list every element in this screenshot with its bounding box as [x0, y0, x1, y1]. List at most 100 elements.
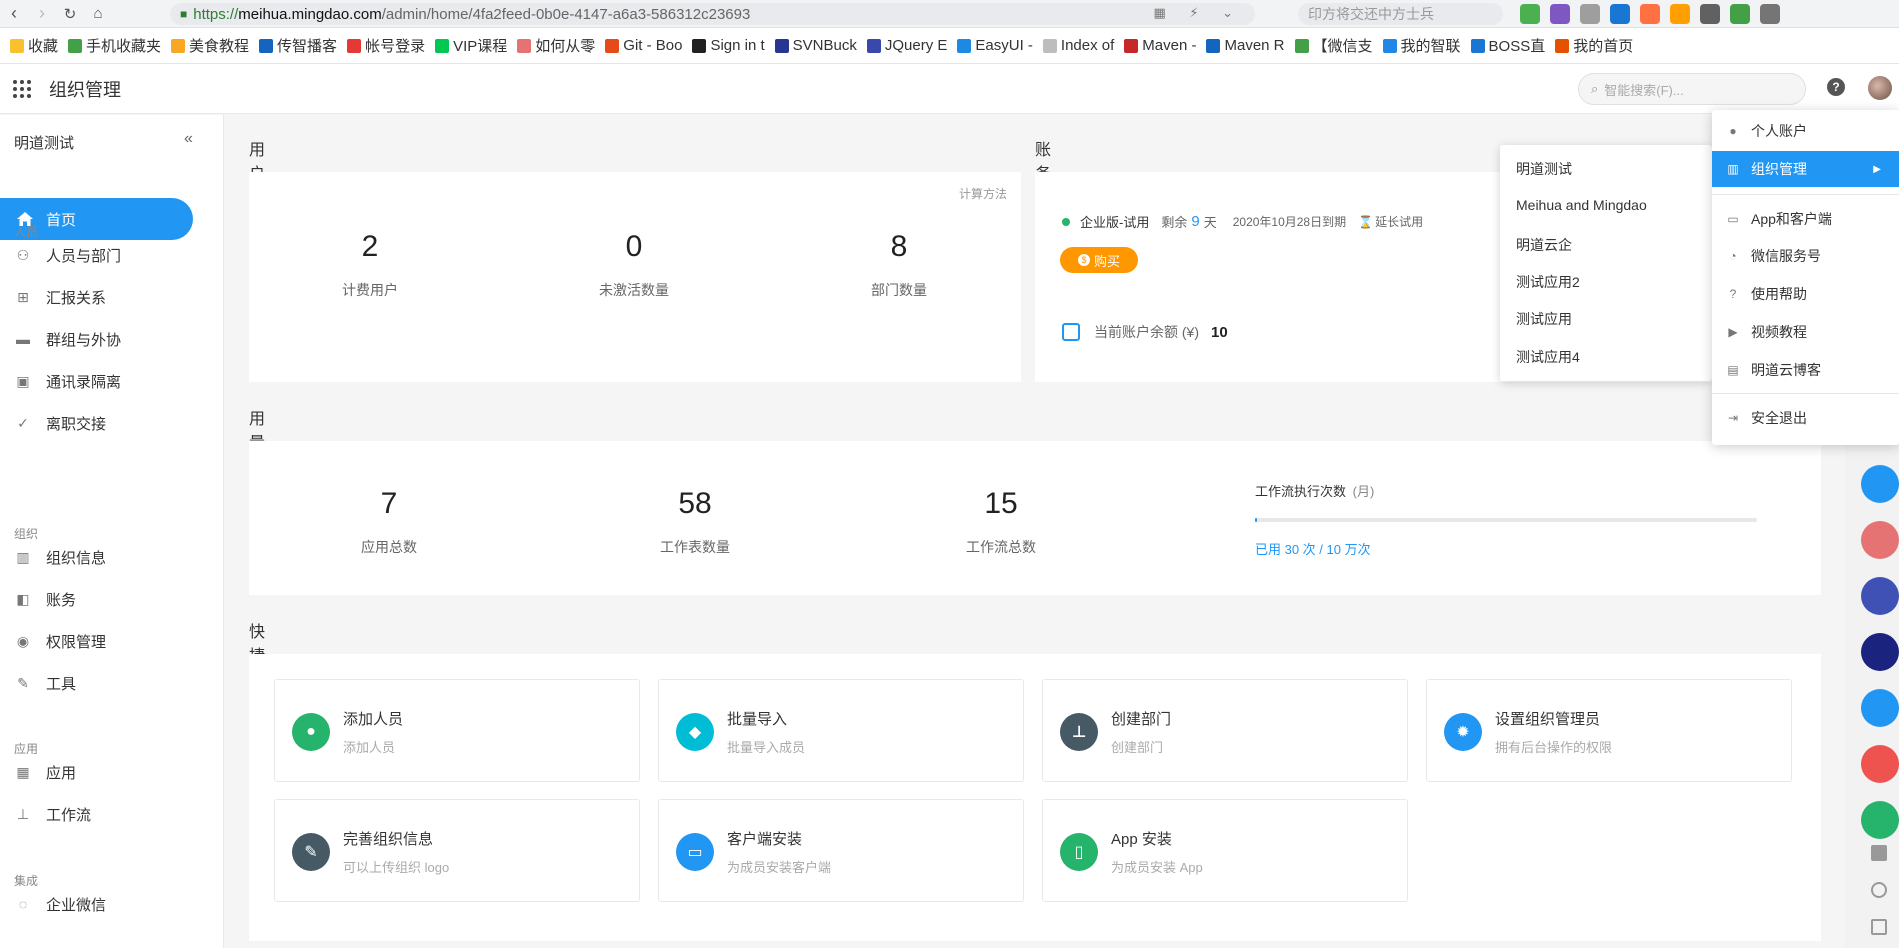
menu-item-video-tutorial[interactable]: ▶ 视频教程 — [1712, 314, 1899, 350]
sidebar-item-contacts-isolation[interactable]: ▣ 通讯录隔离 — [14, 369, 121, 393]
search-icon[interactable] — [1610, 4, 1630, 24]
bookmark-item[interactable]: EasyUI - — [957, 37, 1033, 54]
extension-icon[interactable] — [1640, 4, 1660, 24]
bookmark-item[interactable]: SVNBuck — [774, 37, 857, 54]
quick-create-department[interactable]: ⊥ 创建部门 创建部门 — [1042, 679, 1408, 782]
sidebar: 明道测试 « 首页 人员 ⚇ 人员与部门 ⊞ 汇报关系 ▬ 群组与外协 ▣ 通讯录隔离 … — [0, 115, 224, 948]
bookmark-item[interactable]: 我的首页 — [1555, 35, 1633, 56]
extension-icon[interactable] — [1520, 4, 1540, 24]
user-circle-icon: ● — [1729, 124, 1737, 138]
avatar[interactable] — [1861, 633, 1899, 671]
extension-icon[interactable] — [1550, 4, 1570, 24]
apps-icon: ▦ — [16, 764, 30, 780]
billed-users-count: 2 — [361, 230, 379, 263]
bookmark-item[interactable]: VIP课程 — [435, 35, 507, 56]
sidebar-item-billing[interactable]: ◧ 账务 — [14, 587, 76, 611]
quick-complete-org-info[interactable]: ✎ 完善组织信息 可以上传组织 logo — [274, 799, 640, 902]
menu-item-help[interactable]: ? 使用帮助 — [1712, 276, 1899, 312]
address-bar[interactable]: ■ https:// meihua.mingdao.com /admin/hom… — [170, 3, 1255, 25]
quick-add-user[interactable]: ● 添加人员 添加人员 — [274, 679, 640, 782]
menu-item-logout[interactable]: ⇥ 安全退出 — [1712, 400, 1899, 436]
department-label: 部门数量 — [871, 282, 927, 298]
sidebar-item-org-info[interactable]: ▥ 组织信息 — [14, 545, 106, 569]
browser-toolbar: ‹ › ↻ ⌂ ■ https:// meihua.mingdao.com /a… — [0, 0, 1899, 28]
calc-method-link[interactable]: 计算方法 — [959, 185, 1007, 202]
sidebar-item-tools[interactable]: ✎ 工具 — [14, 671, 76, 695]
app-grid-icon[interactable] — [13, 79, 31, 98]
address-bar-actions[interactable]: ▦ ⚡ ⌄ — [1153, 5, 1243, 21]
quick-batch-import[interactable]: ◆ 批量导入 批量导入成员 — [658, 679, 1024, 782]
building-icon: ▥ — [16, 549, 30, 565]
contacts-icon[interactable] — [1871, 845, 1887, 861]
sidebar-item-reporting[interactable]: ⊞ 汇报关系 — [14, 285, 106, 309]
quick-app-install[interactable]: ▯ App 安装 为成员安装 App — [1042, 799, 1408, 902]
submenu-item-org[interactable]: 测试应用 — [1516, 309, 1572, 329]
sidebar-section-label: 应用 — [14, 742, 39, 756]
add-icon[interactable] — [1871, 882, 1887, 898]
menu-item-app-client[interactable]: ▭ App和客户端 — [1712, 201, 1899, 237]
sidebar-item-groups[interactable]: ▬ 群组与外协 — [14, 327, 121, 351]
sidebar-item-permissions[interactable]: ◉ 权限管理 — [14, 629, 106, 653]
sidebar-item-resignation[interactable]: ✓ 离职交接 — [14, 411, 106, 435]
extension-icon[interactable] — [1670, 4, 1690, 24]
menu-item-wechat[interactable]: ◔ 微信服务号 — [1712, 238, 1899, 274]
sidebar-item-people[interactable]: ⚇ 人员与部门 — [14, 243, 121, 267]
app-count: 7 — [380, 487, 398, 520]
avatar[interactable] — [1868, 76, 1892, 100]
bookmark-item[interactable]: 美食教程 — [171, 35, 249, 56]
reload-icon[interactable]: ↻ — [56, 0, 84, 28]
bookmark-item[interactable]: 手机收藏夹 — [68, 35, 161, 56]
cart-icon: $ — [1077, 254, 1090, 266]
inbox-icon[interactable] — [1871, 919, 1887, 935]
battery-icon[interactable] — [1730, 4, 1750, 24]
submenu-item-org[interactable]: 明道云企 — [1516, 235, 1572, 255]
bookmark-item[interactable]: 如何从零 — [517, 35, 595, 56]
sidebar-item-apps[interactable]: ▦ 应用 — [14, 760, 76, 784]
collapse-sidebar-icon[interactable]: « — [184, 130, 193, 148]
help-icon[interactable]: ? — [1827, 78, 1845, 96]
extend-trial-link[interactable]: 延长试用 — [1375, 213, 1423, 230]
menu-item-blog[interactable]: ▤ 明道云博客 — [1712, 352, 1899, 388]
scissors-icon[interactable] — [1580, 4, 1600, 24]
bookmark-item[interactable]: Index of — [1042, 37, 1114, 54]
bookmark-item[interactable]: BOSS直 — [1470, 35, 1545, 56]
bookmark-item[interactable]: 【微信支 — [1294, 35, 1373, 56]
submenu-item-org[interactable]: Meihua and Mingdao — [1516, 197, 1647, 213]
org-chart-icon[interactable] — [1861, 465, 1899, 503]
bookmark-item[interactable]: Sign in t — [692, 37, 765, 54]
submenu-item-org[interactable]: 测试应用4 — [1516, 347, 1580, 367]
bookmark-item[interactable]: JQuery E — [866, 37, 947, 54]
bookmark-item[interactable]: Git - Boo — [605, 37, 682, 54]
quick-set-admin[interactable]: ✹ 设置组织管理员 拥有后台操作的权限 — [1426, 679, 1792, 782]
edition-label: 企业版-试用 — [1080, 215, 1150, 230]
forward-icon[interactable]: › — [28, 0, 56, 28]
browser-search-box[interactable]: 印方将交还中方士兵 — [1298, 3, 1503, 25]
bookmark-item[interactable]: 我的智联 — [1382, 35, 1461, 56]
menu-item-personal-account[interactable]: ● 个人账户 — [1712, 113, 1899, 149]
avatar[interactable] — [1861, 521, 1899, 559]
bookmark-item[interactable]: 传智播客 — [259, 35, 337, 56]
bookmark-item[interactable]: 收藏 — [10, 35, 58, 56]
sidebar-item-label: 首页 — [46, 211, 77, 229]
sidebar-item-workflow[interactable]: ⊥ 工作流 — [14, 802, 91, 826]
home-icon[interactable]: ⌂ — [84, 0, 112, 28]
back-icon[interactable]: ‹ — [0, 0, 28, 28]
apps-icon[interactable] — [1700, 4, 1720, 24]
message-icon[interactable] — [1861, 689, 1899, 727]
bookmark-item[interactable]: Maven R — [1206, 37, 1285, 54]
logout-icon: ⇥ — [1727, 411, 1739, 425]
menu-item-org-admin[interactable]: ▥ 组织管理 ▶ — [1712, 151, 1899, 187]
submenu-item-org[interactable]: 测试应用2 — [1516, 272, 1580, 292]
calendar-icon[interactable] — [1861, 745, 1899, 783]
submenu-item-org[interactable]: 明道测试 — [1516, 159, 1572, 179]
sidebar-item-wecom[interactable]: ◌ 企业微信 — [14, 892, 106, 916]
undo-icon[interactable] — [1760, 4, 1780, 24]
smart-search-input[interactable]: ⌕ 智能搜索(F)... — [1578, 73, 1806, 105]
buy-button[interactable]: $ 购买 — [1060, 247, 1138, 273]
quick-client-install[interactable]: ▭ 客户端安装 为成员安装客户端 — [658, 799, 1024, 902]
check-icon[interactable] — [1861, 801, 1899, 839]
shield-icon: ◉ — [16, 633, 30, 649]
avatar[interactable] — [1861, 577, 1899, 615]
bookmark-item[interactable]: Maven - — [1124, 37, 1196, 54]
bookmark-item[interactable]: 帐号登录 — [347, 35, 425, 56]
